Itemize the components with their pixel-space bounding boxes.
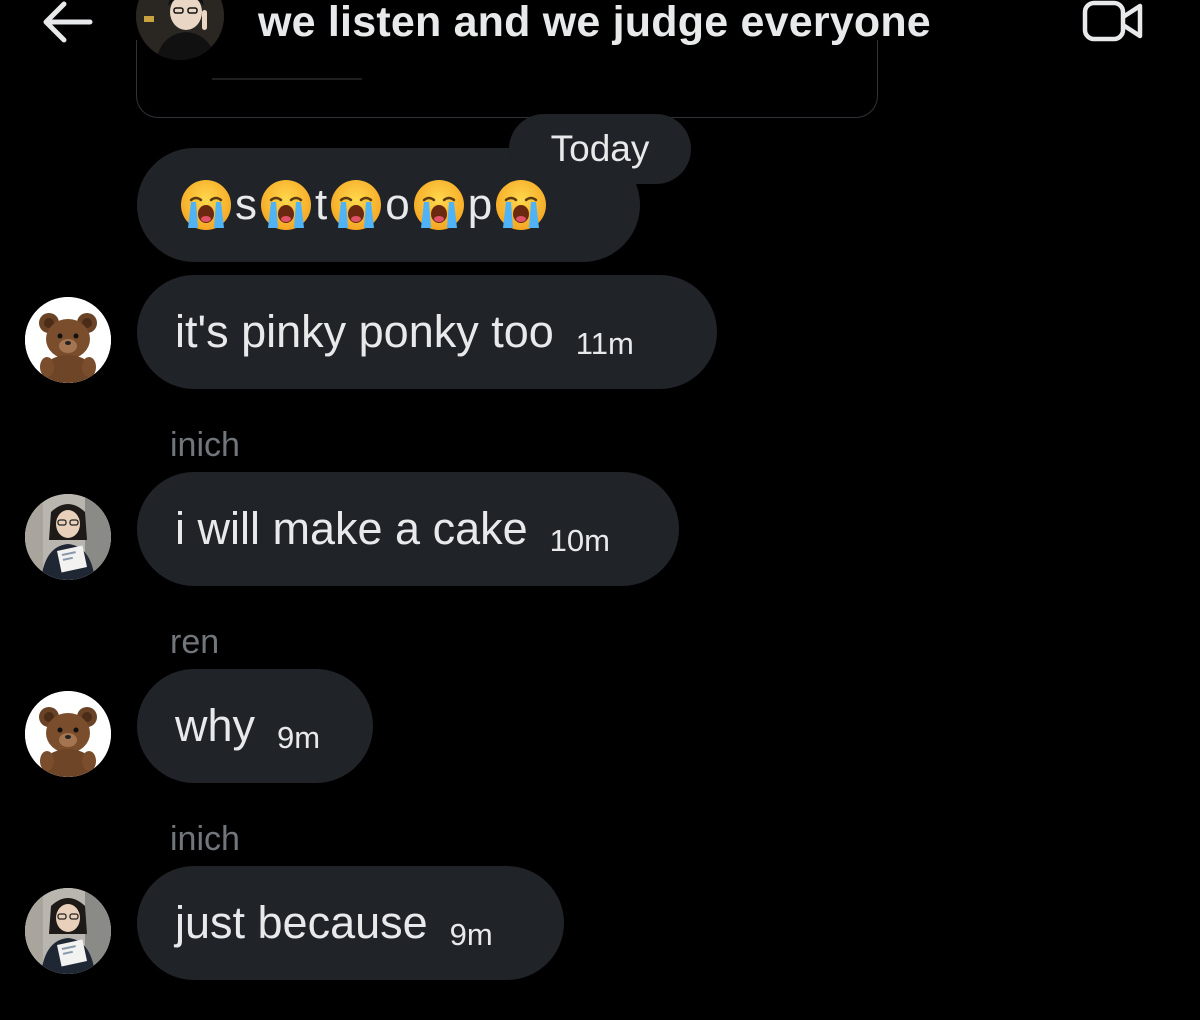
message-bubble[interactable]: just because 9m	[137, 866, 564, 980]
loudly-crying-face-icon	[179, 178, 233, 232]
avatar[interactable]	[25, 297, 111, 383]
avatar[interactable]	[25, 691, 111, 777]
message-timestamp: 9m	[449, 917, 493, 952]
girl-with-glasses-avatar-icon	[25, 888, 111, 974]
message-bubble[interactable]: why 9m	[137, 669, 373, 783]
message-text: why	[175, 700, 256, 751]
message-letter: p	[467, 180, 493, 229]
date-divider-badge: Today	[509, 114, 691, 184]
sender-name: ren	[170, 623, 220, 661]
card-divider	[212, 78, 362, 80]
message-bubble[interactable]: it's pinky ponky too 11m	[137, 275, 717, 389]
arrow-left-icon	[43, 1, 93, 43]
loudly-crying-face-icon	[412, 178, 466, 232]
message-text: it's pinky ponky too	[175, 306, 554, 357]
back-button[interactable]	[38, 0, 94, 44]
loudly-crying-face-icon	[259, 178, 313, 232]
girl-with-glasses-avatar-icon	[25, 494, 111, 580]
message-text: i will make a cake	[175, 503, 528, 554]
teddy-bear-avatar-icon	[25, 691, 111, 777]
message-timestamp: 11m	[575, 326, 634, 361]
message-timestamp: 9m	[277, 720, 321, 755]
loudly-crying-face-icon	[329, 178, 383, 232]
sender-name: inich	[170, 820, 240, 858]
message-bubble[interactable]: i will make a cake 10m	[137, 472, 679, 586]
video-camera-icon	[1082, 0, 1143, 42]
teddy-bear-avatar-icon	[25, 297, 111, 383]
message-timestamp: 10m	[549, 523, 610, 558]
video-call-button[interactable]	[1080, 0, 1146, 44]
message-text: just because	[175, 897, 428, 948]
avatar[interactable]	[25, 494, 111, 580]
sender-name: inich	[170, 426, 240, 464]
message-letter: s	[235, 180, 257, 229]
message-text: s t o p	[179, 178, 548, 232]
loudly-crying-face-icon	[494, 178, 548, 232]
message-letter: o	[385, 180, 410, 229]
avatar[interactable]	[25, 888, 111, 974]
message-letter: t	[315, 180, 328, 229]
